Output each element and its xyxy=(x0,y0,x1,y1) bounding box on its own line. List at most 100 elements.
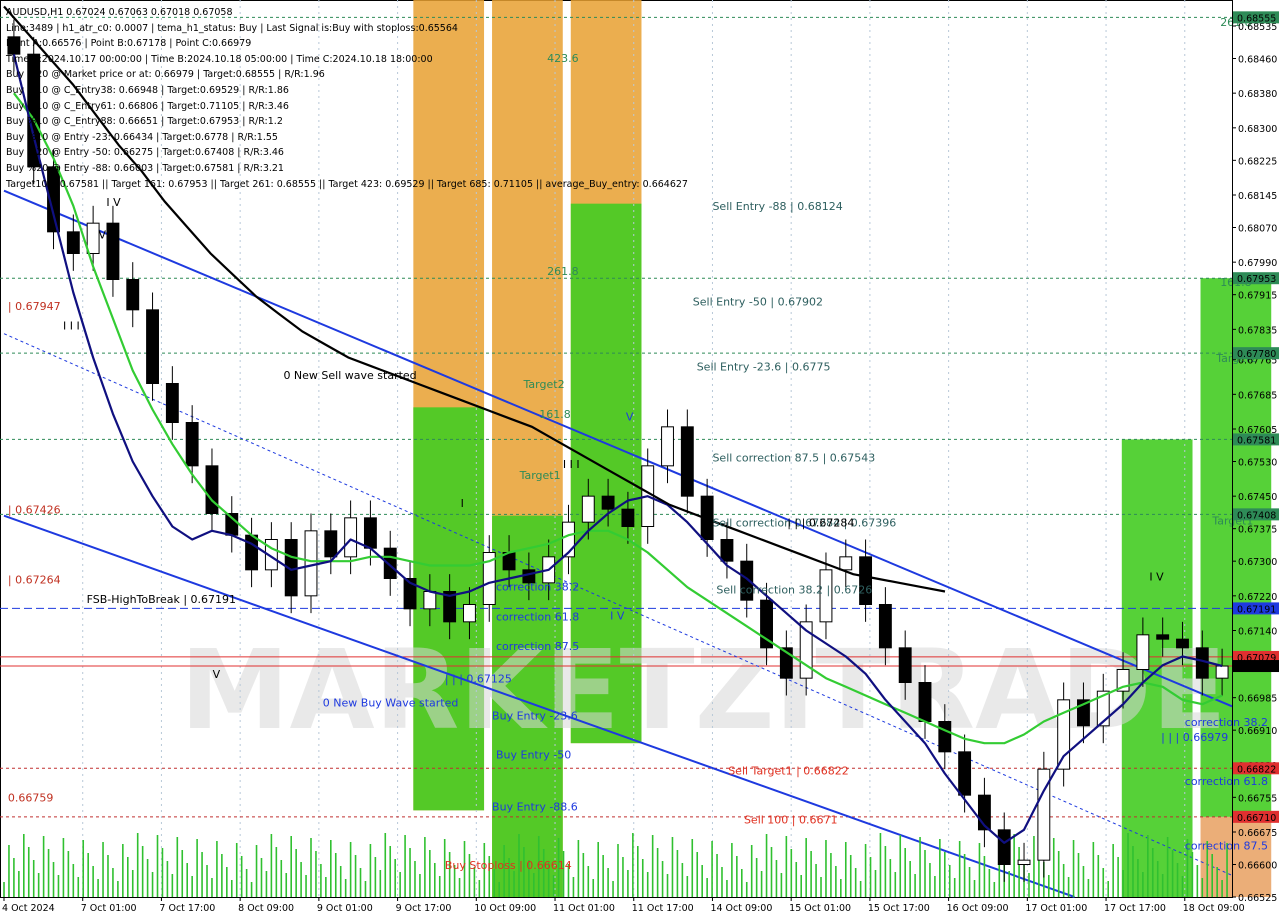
candle-body xyxy=(1215,665,1229,679)
chart-annotation: Sell Target1 | 0.66822 xyxy=(728,764,849,777)
x-tick-label: 9 Oct 01:00 xyxy=(317,903,373,914)
chart-annotation: Buy Stoploss | 0.66614 xyxy=(445,859,572,872)
price-tag-label: 0.68555 xyxy=(1237,13,1276,24)
chart-annotation: | | | 0.66979 xyxy=(1161,731,1228,744)
candle-body xyxy=(126,279,140,311)
chart-annotation: correction 87.5 xyxy=(1185,839,1268,852)
candle-body xyxy=(898,647,912,683)
info-line: Buy %10 @ Entry -23: 0.66434 | Target:0.… xyxy=(6,131,278,143)
candle-body xyxy=(165,383,179,423)
x-tick-label: 9 Oct 17:00 xyxy=(396,903,452,914)
chart-annotation: Sell correction 38.2 | 0.6726 xyxy=(716,584,872,597)
price-tag-label: 0.67191 xyxy=(1237,604,1276,615)
info-panel: AUDUSD,H1 0.67024 0.67063 0.67018 0.6705… xyxy=(6,5,706,192)
chart-title: AUDUSD,H1 0.67024 0.67063 0.67018 0.6705… xyxy=(6,7,233,18)
y-tick-label: 0.67220 xyxy=(1238,592,1277,603)
x-tick-label: 15 Oct 17:00 xyxy=(868,903,930,914)
candle-body xyxy=(1156,634,1170,640)
chart-annotation: | | | 0.67125 xyxy=(445,673,512,686)
chart-annotation: Buy Entry -50 xyxy=(496,748,571,761)
candle-body xyxy=(601,495,615,510)
chart-annotation: | 0.67264 xyxy=(8,574,61,587)
info-line: Time A:2024.10.17 00:00:00 | Time B:2024… xyxy=(6,53,433,65)
candle-body xyxy=(463,604,476,623)
y-tick-label: 0.67450 xyxy=(1238,492,1277,503)
info-line: Buy %10 @ C_Entry61: 0.66806 | Target:0.… xyxy=(6,100,289,112)
x-tick-label: 7 Oct 01:00 xyxy=(81,903,137,914)
x-tick-label: 15 Oct 01:00 xyxy=(789,903,851,914)
candle-body xyxy=(344,517,358,558)
chart-annotation: correction 87.5 xyxy=(496,640,579,653)
chart-annotation: Sell 100 | 0.6671 xyxy=(744,813,838,826)
y-tick-label: 0.66675 xyxy=(1238,828,1277,839)
price-tag-label: 0.66822 xyxy=(1237,764,1276,775)
candle-body xyxy=(324,530,338,558)
candle-body xyxy=(878,604,892,649)
y-tick-label: 0.68225 xyxy=(1238,156,1277,167)
y-tick-label: 0.68380 xyxy=(1238,89,1277,100)
chart-root: MARKETZITRADE261.8423.6261.8161.8Target2… xyxy=(0,0,1280,920)
chart-annotation: I V xyxy=(106,196,121,209)
info-line: Line:3489 | h1_atr_c0: 0.0007 | tema_h1_… xyxy=(6,22,458,34)
candle-body xyxy=(185,422,199,467)
chart-annotation: correction 61.8 xyxy=(496,611,579,624)
candle-body xyxy=(86,222,100,255)
y-tick-label: 0.67685 xyxy=(1238,390,1277,401)
chart-annotation: Buy Entry -23.6 xyxy=(492,709,578,722)
candle-body xyxy=(918,682,932,722)
chart-annotation: I V xyxy=(1149,571,1164,584)
candle-body xyxy=(66,231,80,254)
candle-body xyxy=(423,591,437,610)
candle-body xyxy=(859,556,873,605)
chart-annotation: I xyxy=(461,497,464,510)
x-tick-label: 7 Oct 17:00 xyxy=(159,903,215,914)
chart-annotation: Target1 xyxy=(519,469,561,482)
chart-annotation: 0 New Sell wave started xyxy=(283,369,416,382)
y-tick-label: 0.67835 xyxy=(1238,325,1277,336)
y-tick-label: 0.68300 xyxy=(1238,124,1277,135)
x-tick-label: 17 Oct 17:00 xyxy=(1104,903,1166,914)
chart-annotation: correction 38.2 xyxy=(496,581,579,594)
chart-annotation: 0 New Buy Wave started xyxy=(323,696,459,709)
candle-body xyxy=(1136,634,1150,670)
info-line: Buy %20 @ Market price or at: 0.66979 | … xyxy=(6,69,325,81)
x-tick-label: 4 Oct 2024 xyxy=(2,903,55,914)
chart-annotation: Sell Entry -23.6 | 0.6775 xyxy=(697,361,831,374)
price-tag-label: 0.67408 xyxy=(1237,510,1276,521)
candle-body xyxy=(245,534,259,571)
candle-body xyxy=(581,495,595,523)
price-tag-label: 0.67058 xyxy=(1237,662,1276,673)
info-line: Buy %20 @ Entry -88: 0.66003 | Target:0.… xyxy=(6,162,284,174)
chart-annotation: Sell Entry -88 | 0.68124 xyxy=(712,200,842,213)
candle-body xyxy=(958,751,972,796)
candle-body xyxy=(363,517,377,549)
y-tick-label: 0.67915 xyxy=(1238,291,1277,302)
chart-annotation: Buy Entry -88.6 xyxy=(492,800,578,813)
candle-body xyxy=(720,539,734,562)
y-tick-label: 0.68460 xyxy=(1238,55,1277,66)
x-tick-label: 16 Oct 09:00 xyxy=(947,903,1009,914)
chart-annotation: correction 61.8 xyxy=(1185,775,1268,788)
candle-body xyxy=(839,556,853,571)
y-tick-label: 0.68070 xyxy=(1238,224,1277,235)
info-line: Buy %10 @ C_Entry38: 0.66948 | Target:0.… xyxy=(6,84,289,96)
x-tick-label: 8 Oct 09:00 xyxy=(238,903,294,914)
x-tick-label: 17 Oct 01:00 xyxy=(1025,903,1087,914)
chart-annotation: I V xyxy=(610,610,625,623)
candle-body xyxy=(106,222,120,281)
chart-annotation: V xyxy=(98,228,106,241)
price-tag-label: 0.67581 xyxy=(1237,435,1276,446)
candle-body xyxy=(205,465,219,515)
chart-annotation: FSB-HighToBreak | 0.67191 xyxy=(87,593,236,606)
info-line: Point A:0.66576 | Point B:0.67178 | Poin… xyxy=(6,38,252,50)
candle-body xyxy=(997,829,1011,865)
chart-annotation: Sell Entry -50 | 0.67902 xyxy=(693,296,823,309)
chart-annotation: | | | 0.67284 xyxy=(787,517,854,530)
y-tick-label: 0.67530 xyxy=(1238,458,1277,469)
price-tag-label: 0.66710 xyxy=(1237,813,1276,824)
chart-annotation: 261.8 xyxy=(547,265,579,278)
y-tick-label: 0.67300 xyxy=(1238,557,1277,568)
chart-annotation: Target2 xyxy=(523,378,565,391)
price-tag-label: 0.67780 xyxy=(1237,349,1276,360)
y-tick-label: 0.66985 xyxy=(1238,694,1277,705)
